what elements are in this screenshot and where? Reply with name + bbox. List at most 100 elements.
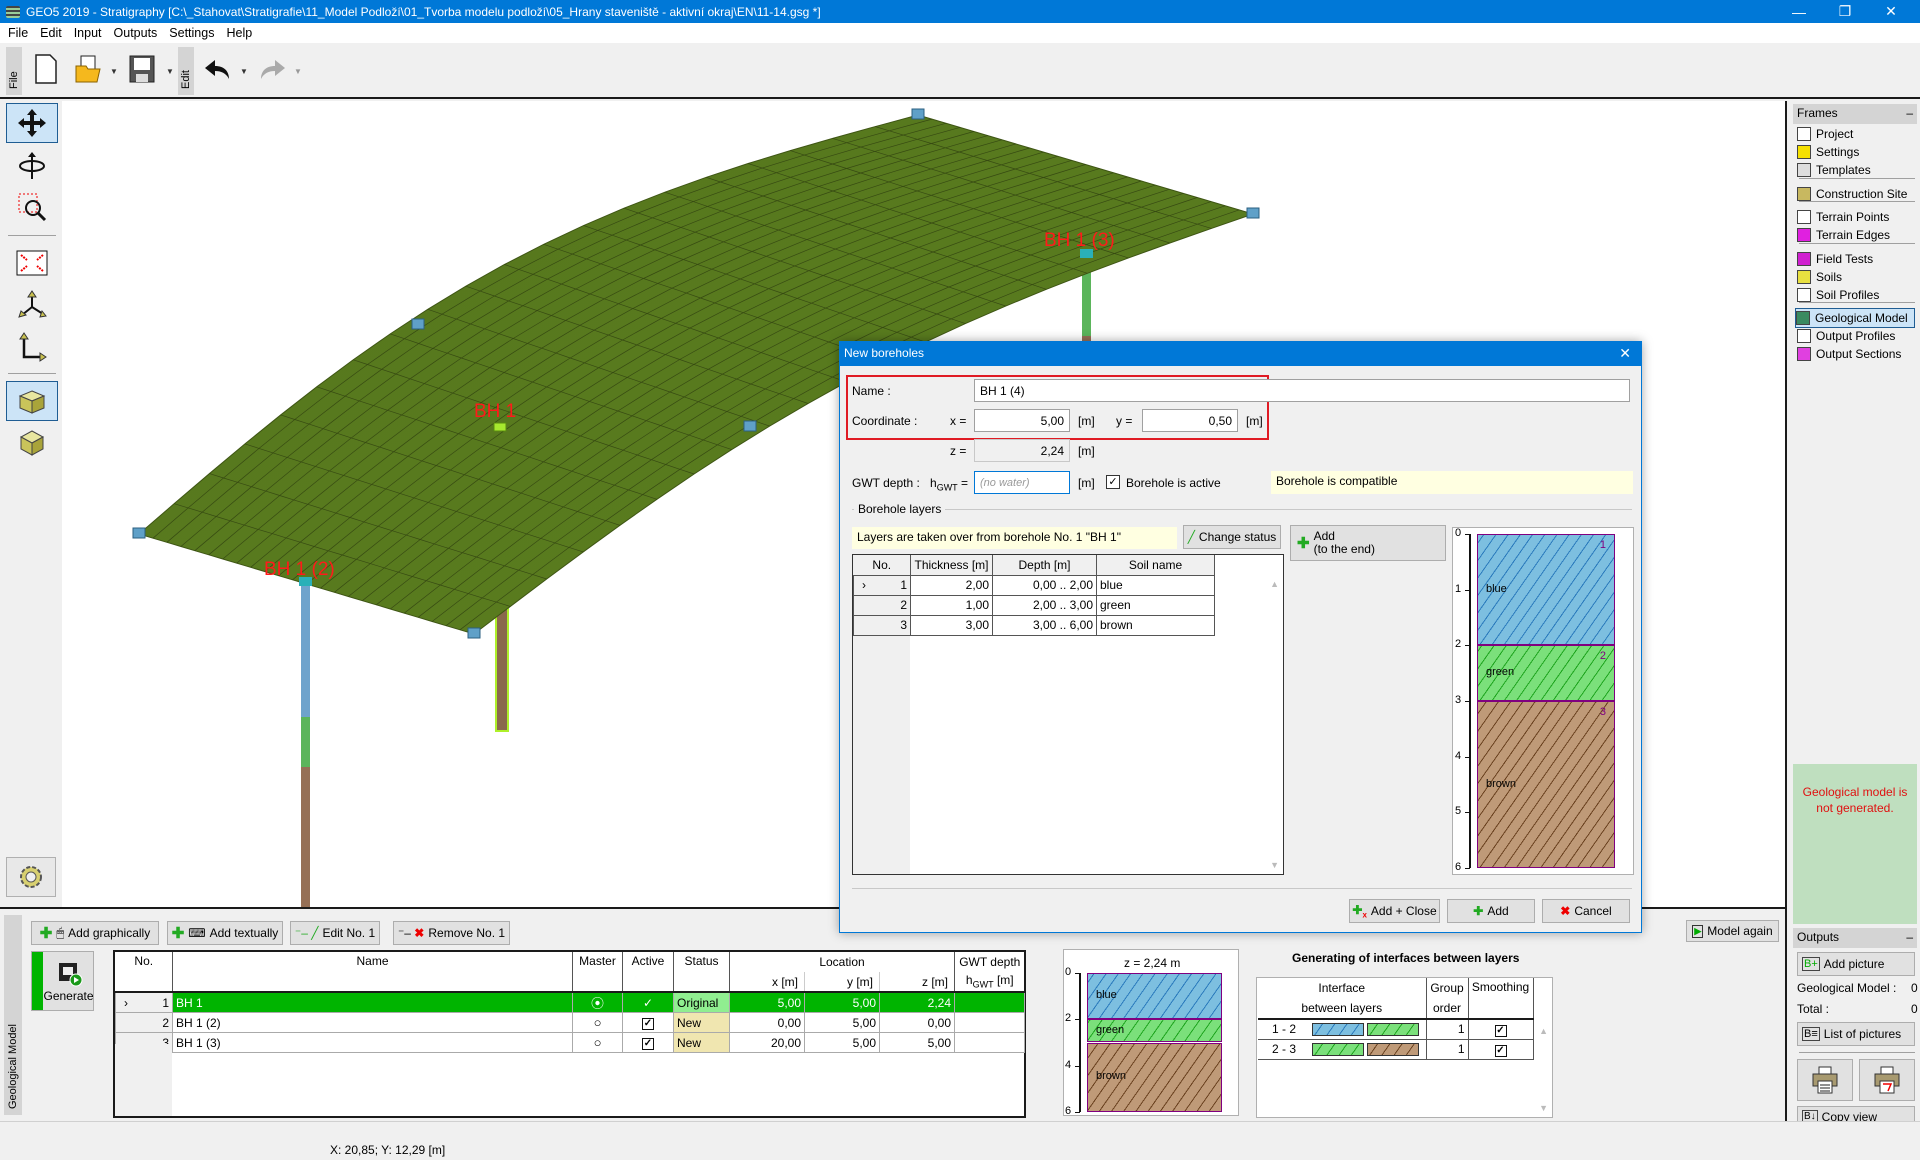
menu-settings[interactable]: Settings	[169, 26, 214, 40]
frames-collapse-button[interactable]: –	[1906, 106, 1913, 122]
cell-active[interactable]: ✓	[622, 991, 674, 1013]
zoom-window-button[interactable]	[6, 187, 58, 227]
menu-edit[interactable]: Edit	[40, 26, 62, 40]
open-dropdown-icon[interactable]: ▼	[110, 67, 118, 76]
layer-row[interactable]: 3 3,00 3,00 .. 6,00 brown	[853, 614, 1215, 636]
cell-active[interactable]: ✓	[622, 1012, 674, 1033]
cell-master[interactable]: ○	[572, 1032, 623, 1053]
borehole-row[interactable]: 2 BH 1 (2) ○ ✓ New 0,00 5,00 0,00	[115, 1012, 1026, 1033]
save-button[interactable]	[124, 49, 160, 89]
print-button[interactable]	[1797, 1059, 1853, 1101]
cancel-button[interactable]: ✖ Cancel	[1542, 899, 1630, 923]
frame-item-project[interactable]: Project	[1797, 124, 1917, 144]
fit-extent-icon	[16, 250, 48, 276]
cell-smoothing[interactable]: ✓	[1467, 1038, 1534, 1060]
layers-scroll-down[interactable]: ▼	[1270, 860, 1279, 870]
interface-row[interactable]: 2 - 3 1 ✓	[1258, 1038, 1534, 1060]
frame-item-settings[interactable]: Settings	[1797, 142, 1917, 162]
cell-group-order[interactable]: 1	[1425, 1038, 1469, 1060]
frame-item-soils[interactable]: Soils	[1797, 267, 1917, 287]
view-iso-button[interactable]	[6, 423, 58, 463]
cell-soil-name[interactable]: green	[1096, 594, 1215, 616]
frame-item-field-tests[interactable]: Field Tests	[1797, 249, 1917, 269]
add-graphically-button[interactable]: ✚ 🖱 Add graphically	[31, 921, 159, 945]
frame-item-geological-model[interactable]: Geological Model	[1795, 308, 1915, 328]
remove-borehole-button[interactable]: ⁻‒ ✖ Remove No. 1	[393, 921, 510, 945]
cell-master[interactable]: ⦿	[572, 991, 623, 1013]
smoothing-checkbox[interactable]: ✓	[1494, 1044, 1507, 1057]
frame-item-output-sections[interactable]: Output Sections	[1797, 344, 1917, 364]
axes-2d-button[interactable]	[6, 327, 58, 367]
cell-no: › 1	[115, 991, 173, 1013]
menu-file[interactable]: File	[8, 26, 28, 40]
edit-borehole-button[interactable]: ⁻‒ ╱ Edit No. 1	[290, 921, 380, 945]
change-status-button[interactable]: ╱ Change status	[1183, 525, 1281, 549]
depth-tick	[1075, 1065, 1080, 1067]
layer-row[interactable]: 2 1,00 2,00 .. 3,00 green	[853, 594, 1215, 616]
frame-item-terrain-edges[interactable]: Terrain Edges	[1797, 225, 1917, 245]
minimize-button[interactable]: —	[1776, 0, 1822, 23]
frame-item-templates[interactable]: Templates	[1797, 160, 1917, 180]
new-file-button[interactable]	[28, 49, 64, 89]
borehole-row[interactable]: 3 BH 1 (3) ○ ✓ New 20,00 5,00 5,00	[115, 1032, 1026, 1053]
gwt-depth-input[interactable]: (no water)	[974, 471, 1070, 494]
menu-input[interactable]: Input	[74, 26, 102, 40]
view-top-button[interactable]	[6, 381, 58, 421]
cell-thickness[interactable]: 3,00	[910, 614, 993, 636]
cell-smoothing[interactable]: ✓	[1467, 1018, 1534, 1040]
move-tool-button[interactable]	[6, 103, 58, 143]
borehole-active-checkbox[interactable]: ✓	[1106, 475, 1120, 489]
add-textually-button[interactable]: ✚ ⌨ Add textually	[167, 921, 283, 945]
interface-row[interactable]: 1 - 2 1 ✓	[1258, 1018, 1534, 1040]
axes-3d-button[interactable]	[6, 285, 58, 325]
cell-soil-name[interactable]: brown	[1096, 614, 1215, 636]
dialog-close-button[interactable]: ✕	[1619, 345, 1631, 362]
layer-row[interactable]: › 1 2,00 0,00 .. 2,00 blue	[853, 574, 1215, 596]
cell-interface: 2 - 3	[1258, 1038, 1427, 1060]
model-again-button[interactable]: ▶ Model again	[1686, 920, 1779, 942]
cell-thickness[interactable]: 2,00	[910, 574, 993, 596]
outputs-header[interactable]: Outputs –	[1793, 928, 1917, 948]
layers-scroll-up[interactable]: ▲	[1270, 579, 1279, 589]
cell-thickness[interactable]: 1,00	[910, 594, 993, 616]
fit-view-button[interactable]	[6, 243, 58, 283]
frame-item-terrain-points[interactable]: Terrain Points	[1797, 207, 1917, 227]
frame-item-output-profiles[interactable]: Output Profiles	[1797, 326, 1917, 346]
save-dropdown-icon[interactable]: ▼	[166, 67, 174, 76]
bh1-marker[interactable]	[493, 422, 507, 432]
name-input[interactable]: BH 1 (4)	[974, 379, 1630, 402]
scroll-up-arrow[interactable]: ▲	[1539, 1026, 1548, 1036]
cell-active[interactable]: ✓	[622, 1032, 674, 1053]
menu-help[interactable]: Help	[226, 26, 252, 40]
list-of-pictures-button[interactable]: B≡ List of pictures	[1797, 1022, 1915, 1046]
add-picture-button[interactable]: B+ Add picture	[1797, 952, 1915, 976]
add-plus-icon: ✚	[1297, 535, 1310, 552]
menu-outputs[interactable]: Outputs	[114, 26, 158, 40]
rotate-tool-button[interactable]	[6, 145, 58, 185]
add-close-button[interactable]: ✚x Add + Close	[1349, 899, 1440, 923]
close-button[interactable]: ✕	[1868, 0, 1914, 23]
generate-button[interactable]: Generate	[31, 951, 94, 1011]
cell-master[interactable]: ○	[572, 1012, 623, 1033]
scroll-down-arrow[interactable]: ▼	[1539, 1103, 1548, 1113]
geological-model-tab[interactable]: Geological Model	[4, 915, 22, 1115]
cell-soil-name[interactable]: blue	[1096, 574, 1215, 596]
restore-button[interactable]: ❐	[1822, 0, 1868, 23]
cell-group-order[interactable]: 1	[1425, 1018, 1469, 1040]
undo-button[interactable]	[200, 49, 236, 89]
add-button[interactable]: ✚ Add	[1447, 899, 1535, 923]
frames-header[interactable]: Frames –	[1793, 104, 1917, 124]
undo-dropdown-icon[interactable]: ▼	[240, 67, 248, 76]
open-file-button[interactable]	[70, 49, 106, 89]
borehole-row[interactable]: › 1 BH 1 ⦿ ✓ Original 5,00 5,00 2,24	[115, 991, 1026, 1013]
redo-dropdown-icon[interactable]: ▼	[294, 67, 302, 76]
y-coordinate-input[interactable]: 0,50	[1142, 409, 1238, 432]
add-layer-button[interactable]: ✚ Add (to the end)	[1290, 525, 1446, 561]
frames-separator	[1799, 243, 1915, 244]
smoothing-checkbox[interactable]: ✓	[1494, 1024, 1507, 1037]
outputs-collapse-button[interactable]: –	[1906, 930, 1913, 946]
redo-button[interactable]	[254, 49, 290, 89]
view-settings-button[interactable]	[6, 857, 56, 897]
print-pdf-button[interactable]	[1859, 1059, 1915, 1101]
x-coordinate-input[interactable]: 5,00	[974, 409, 1070, 432]
